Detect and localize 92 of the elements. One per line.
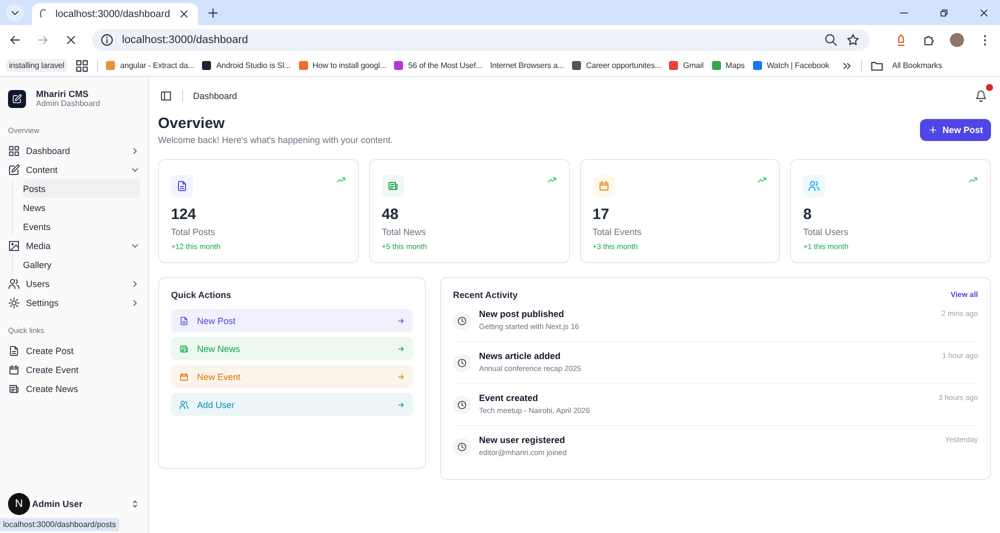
grid-icon [8,144,20,156]
chevrons-icon[interactable] [130,499,140,509]
arrow-right-icon [397,344,405,352]
bookmark[interactable]: Internet Browsers a... [490,61,564,70]
users-icon [179,400,189,410]
nav-item[interactable]: Dashboard [8,141,140,160]
calendar-icon [179,372,189,382]
page-title: Overview [158,115,226,132]
clock-icon [453,438,471,456]
clock-icon [453,354,471,372]
bookmark[interactable]: Watch | Facebook [752,61,830,70]
quick-link[interactable]: Create News [8,379,140,398]
card-title: Quick Actions [171,290,232,300]
bookmark[interactable]: Gmail [669,61,704,70]
profile-avatar[interactable] [950,33,964,47]
nav-subitem[interactable]: Events [23,217,140,236]
loading-icon [40,9,48,19]
star-icon[interactable] [846,33,860,47]
brand-subtitle: Admin Dashboard [36,99,100,108]
bookmark[interactable]: 56 of the Most Usef... [394,61,482,70]
document-icon [179,316,189,326]
bookmark[interactable]: angular - Extract da... [106,61,194,70]
nav-item[interactable]: Media [8,236,140,255]
arrow-right-icon [397,316,405,324]
stat-label: Total Posts [171,227,216,237]
status-url: localhost:3000/dashboard/posts [0,518,119,531]
clock-icon [453,396,471,414]
gear-icon [8,296,20,308]
nav-subitem[interactable]: Gallery [23,255,140,274]
page-subtitle: Welcome back! Here's what's happening with your content. [158,135,393,145]
bell-icon[interactable] [975,90,987,102]
dev-badge[interactable]: N [8,493,30,515]
new-post-button[interactable]: New Post [920,119,991,141]
stat-value: 17 [592,206,610,223]
stat-label: Total Users [803,227,850,237]
sidebar-toggle-icon[interactable] [160,90,172,102]
arrow-right-icon [397,372,405,380]
bookmark[interactable]: Maps [712,61,745,70]
image-icon [8,240,20,252]
nav-item[interactable]: Settings [8,293,140,312]
zoom-icon[interactable] [824,33,838,47]
nav-subitem[interactable]: Posts [23,179,140,198]
logo-icon [8,90,26,108]
browser-tab[interactable]: localhost:3000/dashboard [32,3,198,25]
close-icon[interactable] [978,6,990,18]
document-icon [8,344,20,356]
quick-link[interactable]: Create Event [8,360,140,379]
nav-item[interactable]: Users [8,274,140,293]
trend-up-icon [336,175,346,185]
bookmark[interactable]: Career opportunites... [572,61,662,70]
info-icon [100,33,114,47]
trend-up-icon [546,175,556,185]
trend-up-icon [757,175,768,185]
stat-label: Total News [382,227,427,237]
calendar-icon [8,364,20,376]
trend-up-icon [968,175,978,185]
arrow-right-icon [397,400,405,408]
bookmark-folder[interactable]: installing laravel [6,59,68,72]
activity-title: Event created [479,393,540,403]
close-icon[interactable] [178,8,190,20]
apps-icon[interactable] [75,58,90,72]
tab-title: localhost:3000/dashboard [55,8,170,20]
all-bookmarks-button[interactable]: All Bookmarks [892,61,942,70]
quick-link[interactable]: Create Post [8,341,140,360]
stat-label: Total Events [592,227,643,237]
edit-icon [8,164,20,176]
breadcrumb: Dashboard [193,91,238,101]
clock-icon [453,312,471,330]
stat-value: 8 [803,206,813,223]
bookmark[interactable]: How to install googl... [298,61,386,70]
puzzle-icon[interactable] [922,33,936,47]
new-tab-icon[interactable] [206,6,220,20]
address-field[interactable]: localhost:3000/dashboard [92,29,870,51]
newspaper-icon [179,344,189,354]
quick-action-button[interactable]: New Post [171,309,413,332]
activity-title: News article added [479,351,562,361]
nav-item[interactable]: Content [8,160,140,179]
brand-name: Mhariri CMS [36,89,90,99]
back-icon[interactable] [8,33,22,47]
bookmark[interactable]: Android Studio is Sl... [202,61,290,70]
stop-icon[interactable] [64,33,78,47]
activity-title: New user registered [479,435,566,445]
restore-icon[interactable] [938,6,950,18]
activity-title: New post published [479,309,566,319]
stat-value: 124 [171,206,198,223]
user-name[interactable]: Admin User [32,499,83,509]
card-title: Recent Activity [453,290,518,300]
users-icon [8,278,20,290]
newspaper-icon [8,382,20,394]
stat-value: 48 [382,206,400,223]
nav-subitem[interactable]: News [23,198,140,217]
plus-icon [928,125,938,135]
